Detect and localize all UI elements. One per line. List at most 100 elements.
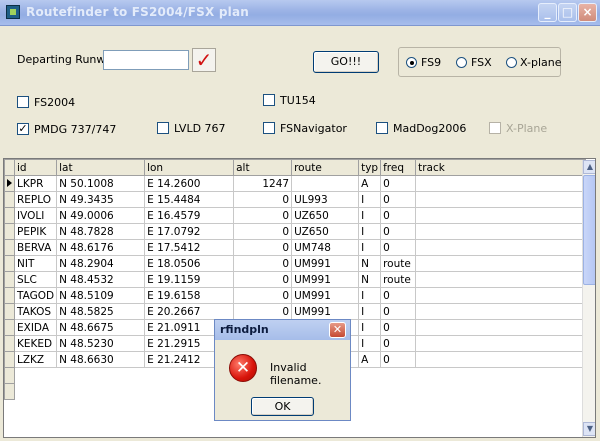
cell-route[interactable]: UM748 [291,239,360,256]
column-header-typ[interactable]: typ [358,159,382,176]
cell-lon[interactable]: E 18.0506 [144,255,235,272]
scrollbar-thumb[interactable] [583,175,595,285]
cell-lon[interactable]: E 17.5412 [144,239,235,256]
cell-typ[interactable]: I [358,335,382,352]
cell-lon[interactable]: E 19.1159 [144,271,235,288]
cell-lon[interactable]: E 14.2600 [144,175,235,192]
cell-lat[interactable]: N 48.5825 [56,303,146,320]
cell-track[interactable] [415,319,587,336]
cell-alt[interactable]: 0 [233,271,293,288]
cell-track[interactable] [415,351,587,368]
radio-fs9[interactable] [406,57,417,68]
row-selector[interactable] [4,223,15,240]
row-selector[interactable] [4,303,15,320]
cell-id[interactable]: REPLO [14,191,58,208]
cell-alt[interactable]: 0 [233,287,293,304]
cell-freq[interactable]: 0 [380,335,417,352]
column-header-track[interactable]: track [415,159,587,176]
cell-freq[interactable]: 0 [380,223,417,240]
cell-alt[interactable]: 1247 [233,175,293,192]
cell-alt[interactable]: 0 [233,255,293,272]
column-header-alt[interactable]: alt [233,159,293,176]
cell-id[interactable]: KEKED [14,335,58,352]
cell-freq[interactable]: 0 [380,207,417,224]
vertical-scrollbar[interactable]: ▲ ▼ [582,160,595,437]
table-row[interactable]: SLC N 48.4532 E 19.1159 0 UM991 Nroute [4,271,587,288]
cell-track[interactable] [415,239,587,256]
cell-id[interactable]: PEPIK [14,223,58,240]
cell-lon[interactable]: E 17.0792 [144,223,235,240]
cell-typ[interactable]: I [358,191,382,208]
cell-lat[interactable]: N 50.1008 [56,175,146,192]
row-selector[interactable] [4,191,15,208]
cell-typ[interactable]: N [358,271,382,288]
go-button[interactable]: GO!!! [313,51,379,73]
cell-lat[interactable]: N 48.6176 [56,239,146,256]
table-row[interactable]: REPLO N 49.3435 E 15.4484 0 UL993 I 0 [4,191,587,208]
cell-lon[interactable]: E 20.2667 [144,303,235,320]
cell-freq[interactable]: 0 [380,303,417,320]
cell-typ[interactable]: I [358,239,382,256]
cell-lon[interactable]: E 15.4484 [144,191,235,208]
cell-track[interactable] [415,255,587,272]
cell-route[interactable] [291,175,360,192]
cell-id[interactable]: SLC [14,271,58,288]
row-selector[interactable] [4,207,15,224]
cell-id[interactable]: TAGOD [14,287,58,304]
table-row[interactable]: BERVA N 48.6176 E 17.5412 0 UM748 I 0 [4,239,587,256]
minimize-button[interactable]: _ [538,3,557,22]
close-button[interactable]: × [578,3,597,22]
cell-freq[interactable]: 0 [380,191,417,208]
dialog-title-bar[interactable]: rfindpln ✕ [215,320,350,340]
table-row[interactable]: TAKOS N 48.5825 E 20.2667 0 UM991 I 0 [4,303,587,320]
cell-route[interactable]: UZ650 [291,207,360,224]
cell-route[interactable]: UL993 [291,191,360,208]
table-row[interactable]: LKPR N 50.1008 E 14.2600 1247 A 0 [4,175,587,192]
cell-freq[interactable]: 0 [380,287,417,304]
cell-lat[interactable]: N 48.7828 [56,223,146,240]
cell-lat[interactable]: N 48.2904 [56,255,146,272]
departing-runway-input[interactable] [103,50,189,70]
cell-typ[interactable]: I [358,223,382,240]
confirm-runway-button[interactable]: ✓ [192,48,216,72]
cell-track[interactable] [415,287,587,304]
cell-track[interactable] [415,175,587,192]
cell-alt[interactable]: 0 [233,191,293,208]
cell-freq[interactable]: 0 [380,239,417,256]
ok-button[interactable]: OK [251,397,314,416]
cell-id[interactable]: EXIDA [14,319,58,336]
table-row[interactable]: TAGOD N 48.5109 E 19.6158 0 UM991 I 0 [4,287,587,304]
cell-freq[interactable]: 0 [380,175,417,192]
scroll-up-icon[interactable]: ▲ [583,160,595,174]
maddog-checkbox[interactable] [376,122,388,134]
maximize-button[interactable]: □ [558,3,577,22]
column-header-lat[interactable]: lat [56,159,146,176]
dialog-close-button[interactable]: ✕ [329,322,346,338]
row-selector[interactable] [4,287,15,304]
cell-route[interactable]: UM991 [291,303,360,320]
cell-track[interactable] [415,335,587,352]
row-selector[interactable] [4,271,15,288]
cell-typ[interactable]: I [358,287,382,304]
cell-id[interactable]: IVOLI [14,207,58,224]
cell-track[interactable] [415,207,587,224]
cell-alt[interactable]: 0 [233,223,293,240]
cell-alt[interactable]: 0 [233,207,293,224]
cell-typ[interactable]: A [358,351,382,368]
row-selector[interactable] [4,351,15,368]
cell-lat[interactable]: N 48.4532 [56,271,146,288]
cell-id[interactable]: BERVA [14,239,58,256]
column-header-id[interactable]: id [13,159,58,176]
column-header-route[interactable]: route [291,159,360,176]
cell-route[interactable]: UM991 [291,255,360,272]
cell-freq[interactable]: route [380,271,417,288]
table-row[interactable]: NIT N 48.2904 E 18.0506 0 UM991 Nroute [4,255,587,272]
cell-id[interactable]: TAKOS [14,303,58,320]
cell-track[interactable] [415,303,587,320]
cell-lat[interactable]: N 49.3435 [56,191,146,208]
cell-lat[interactable]: N 48.5230 [56,335,146,352]
cell-lat[interactable]: N 49.0006 [56,207,146,224]
cell-typ[interactable]: N [358,255,382,272]
pmdg-checkbox[interactable]: ✓ [17,123,29,135]
row-selector[interactable] [4,319,15,336]
